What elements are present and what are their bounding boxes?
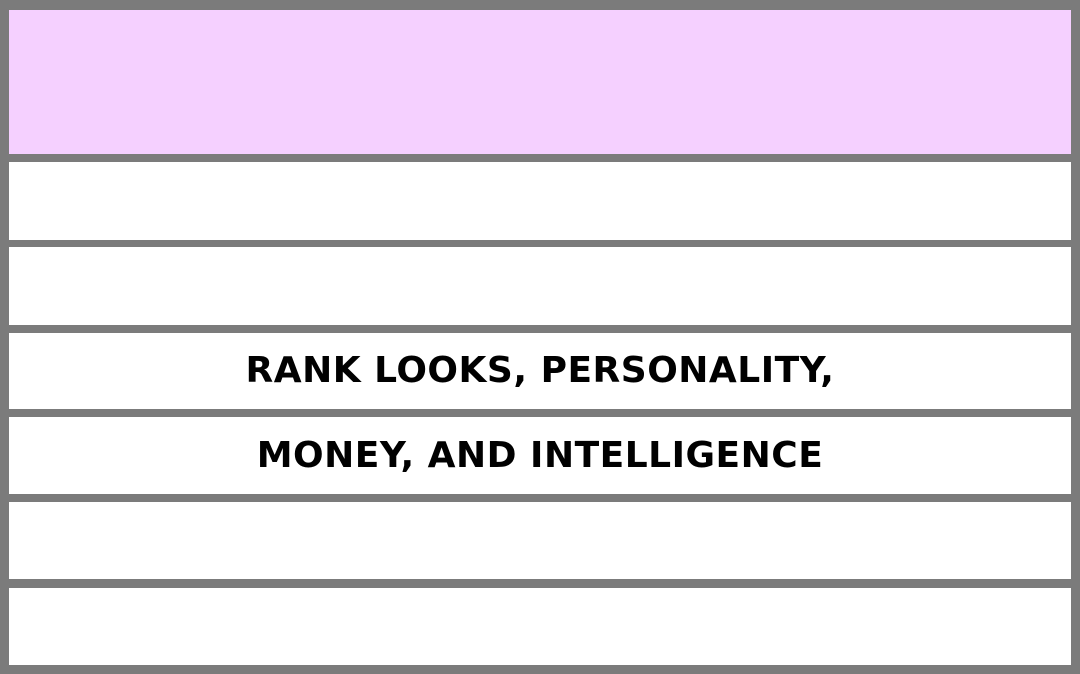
title-line-2-text: MONEY, AND INTELLIGENCE [256, 434, 824, 476]
row-band [9, 247, 1071, 325]
row-band [9, 502, 1071, 579]
row-band [9, 588, 1071, 665]
title-line-1: RANK LOOKS, PERSONALITY, [9, 333, 1071, 409]
row-band [9, 162, 1071, 240]
title-line-1-text: RANK LOOKS, PERSONALITY, [245, 350, 835, 391]
header-band [9, 10, 1071, 154]
ranking-card: RANK LOOKS, PERSONALITY, MONEY, AND INTE… [0, 0, 1080, 674]
title-line-2: MONEY, AND INTELLIGENCE [9, 417, 1071, 494]
